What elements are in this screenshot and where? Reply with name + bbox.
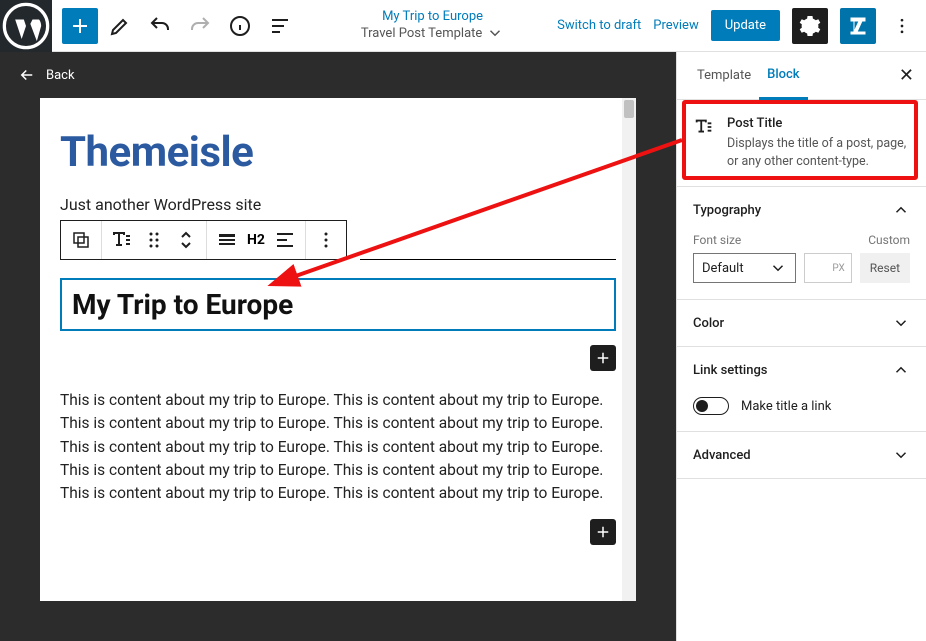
update-button[interactable]: Update xyxy=(711,10,780,41)
toolbar-right: Switch to draft Preview Update xyxy=(557,8,926,44)
preview-button[interactable]: Preview xyxy=(653,18,698,33)
block-toolbar: H2 xyxy=(60,220,347,260)
make-title-link-toggle[interactable] xyxy=(693,397,729,415)
settings-button[interactable] xyxy=(792,8,828,44)
link-settings-section: Link settings Make title a link xyxy=(677,347,926,432)
heading-level-button[interactable]: H2 xyxy=(247,232,265,248)
tab-template[interactable]: Template xyxy=(689,52,759,99)
typography-section: Typography Font size Custom Default PX R… xyxy=(677,187,926,300)
site-title[interactable]: Themeisle xyxy=(60,128,616,177)
info-button[interactable] xyxy=(222,8,258,44)
wordpress-logo[interactable] xyxy=(0,0,52,52)
document-title[interactable]: My Trip to Europe Travel Post Template xyxy=(308,9,557,42)
more-options-button[interactable] xyxy=(314,228,338,252)
move-arrows-icon[interactable] xyxy=(174,228,198,252)
chevron-up-icon xyxy=(892,361,910,379)
scrollbar[interactable] xyxy=(622,98,636,601)
add-block-inline-button[interactable] xyxy=(590,345,616,371)
post-title-block[interactable]: My Trip to Europe xyxy=(60,278,616,331)
chevron-down-icon xyxy=(486,24,504,42)
edit-mode-button[interactable] xyxy=(102,8,138,44)
undo-button[interactable] xyxy=(142,8,178,44)
doc-title-text: My Trip to Europe xyxy=(382,9,483,24)
block-type-icon[interactable] xyxy=(69,228,93,252)
drag-handle-icon[interactable] xyxy=(142,228,166,252)
color-section: Color xyxy=(677,300,926,347)
reset-button[interactable]: Reset xyxy=(860,253,910,283)
list-view-button[interactable] xyxy=(262,8,298,44)
more-menu-button[interactable] xyxy=(888,16,916,36)
text-align-button[interactable] xyxy=(273,228,297,252)
post-title-icon[interactable] xyxy=(110,228,134,252)
custom-label: Custom xyxy=(868,233,910,247)
back-button[interactable]: Back xyxy=(0,52,676,98)
advanced-section: Advanced xyxy=(677,432,926,479)
link-settings-header[interactable]: Link settings xyxy=(677,347,926,393)
make-title-link-label: Make title a link xyxy=(741,399,831,414)
add-block-inline-button-2[interactable] xyxy=(590,519,616,545)
font-size-label: Font size xyxy=(693,233,741,247)
editor-canvas[interactable]: Themeisle Just another WordPress site xyxy=(40,98,636,601)
tab-block[interactable]: Block xyxy=(759,53,807,100)
chevron-up-icon xyxy=(892,201,910,219)
block-card-title: Post Title xyxy=(727,116,910,131)
switch-to-draft-button[interactable]: Switch to draft xyxy=(557,18,641,33)
doc-subtitle-text: Travel Post Template xyxy=(361,24,504,42)
site-tagline[interactable]: Just another WordPress site xyxy=(60,195,616,214)
back-label: Back xyxy=(46,68,75,83)
editor-canvas-area: Back Themeisle Just another WordPress si… xyxy=(0,52,676,641)
plugin-button[interactable] xyxy=(840,8,876,44)
close-sidebar-button[interactable]: ✕ xyxy=(899,65,914,86)
advanced-header[interactable]: Advanced xyxy=(677,432,926,478)
custom-size-input[interactable]: PX xyxy=(804,253,852,283)
font-size-select[interactable]: Default xyxy=(693,253,796,283)
editor-top-bar: My Trip to Europe Travel Post Template S… xyxy=(0,0,926,52)
block-card: Post Title Displays the title of a post,… xyxy=(677,100,926,187)
separator-line xyxy=(360,259,616,260)
add-block-button[interactable] xyxy=(62,8,98,44)
chevron-down-icon xyxy=(892,314,910,332)
align-button[interactable] xyxy=(215,228,239,252)
sidebar-tabs: Template Block ✕ xyxy=(677,52,926,100)
toolbar-left xyxy=(52,8,308,44)
color-header[interactable]: Color xyxy=(677,300,926,346)
block-card-description: Displays the title of a post, page, or a… xyxy=(727,135,910,170)
redo-button[interactable] xyxy=(182,8,218,44)
settings-sidebar: Template Block ✕ Post Title Displays the… xyxy=(676,52,926,641)
typography-header[interactable]: Typography xyxy=(677,187,926,233)
post-title-icon xyxy=(693,116,715,170)
chevron-down-icon xyxy=(892,446,910,464)
chevron-down-icon xyxy=(769,259,787,277)
post-content-block[interactable]: This is content about my trip to Europe.… xyxy=(60,389,616,505)
arrow-left-icon xyxy=(18,66,36,84)
